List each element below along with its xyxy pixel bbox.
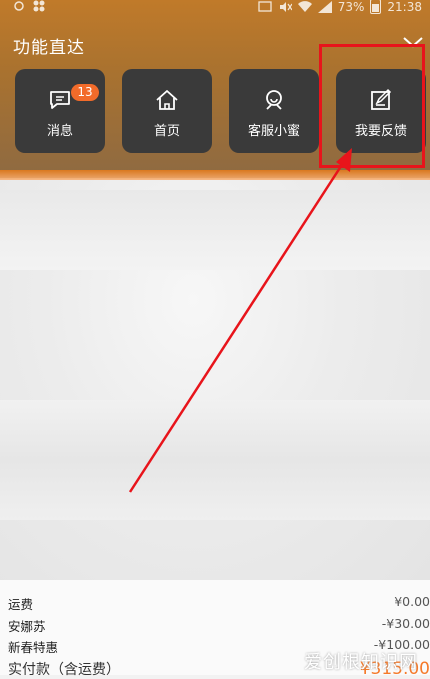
- message-icon: [50, 91, 70, 109]
- weather-icon: [14, 1, 24, 11]
- tile-messages[interactable]: 13 消息: [15, 69, 105, 153]
- cast-icon: [258, 0, 272, 12]
- feedback-highlight-box: [319, 44, 425, 168]
- row-label: 运费: [8, 597, 34, 612]
- clock: 21:38: [387, 0, 422, 14]
- tile-label: 客服小蜜: [247, 124, 300, 139]
- home-icon: [156, 90, 178, 110]
- watermark: 爱创根知识网: [304, 652, 418, 673]
- row-value: ¥0.00: [394, 594, 430, 609]
- panel-title: 功能直达: [13, 38, 85, 58]
- panel-divider: [0, 170, 430, 180]
- apps-icon: [33, 0, 45, 12]
- status-bar: 73% 21:38: [0, 0, 430, 16]
- shipping-row: 运费 ¥0.00: [8, 594, 430, 613]
- tile-label: 首页: [153, 124, 180, 139]
- row-label: 安娜苏: [8, 619, 46, 634]
- row-label: 新春特惠: [8, 640, 59, 655]
- row-value: -¥30.00: [381, 616, 430, 631]
- tile-home[interactable]: 首页: [122, 69, 212, 153]
- row-label: 实付款（含运费）: [8, 662, 120, 678]
- discount-row: 安娜苏 -¥30.00: [8, 616, 430, 635]
- wifi-icon: [297, 0, 312, 12]
- battery-icon: [370, 0, 382, 14]
- tile-label: 消息: [46, 124, 73, 139]
- tile-customer-service[interactable]: 客服小蜜: [229, 69, 319, 153]
- blurred-content: [0, 400, 430, 520]
- customer-service-icon: [266, 90, 282, 110]
- signal-icon: [317, 0, 332, 13]
- unread-badge: 13: [71, 84, 99, 101]
- blurred-content: [0, 190, 430, 270]
- mute-icon: [279, 1, 292, 12]
- battery-percent: 73%: [337, 0, 365, 14]
